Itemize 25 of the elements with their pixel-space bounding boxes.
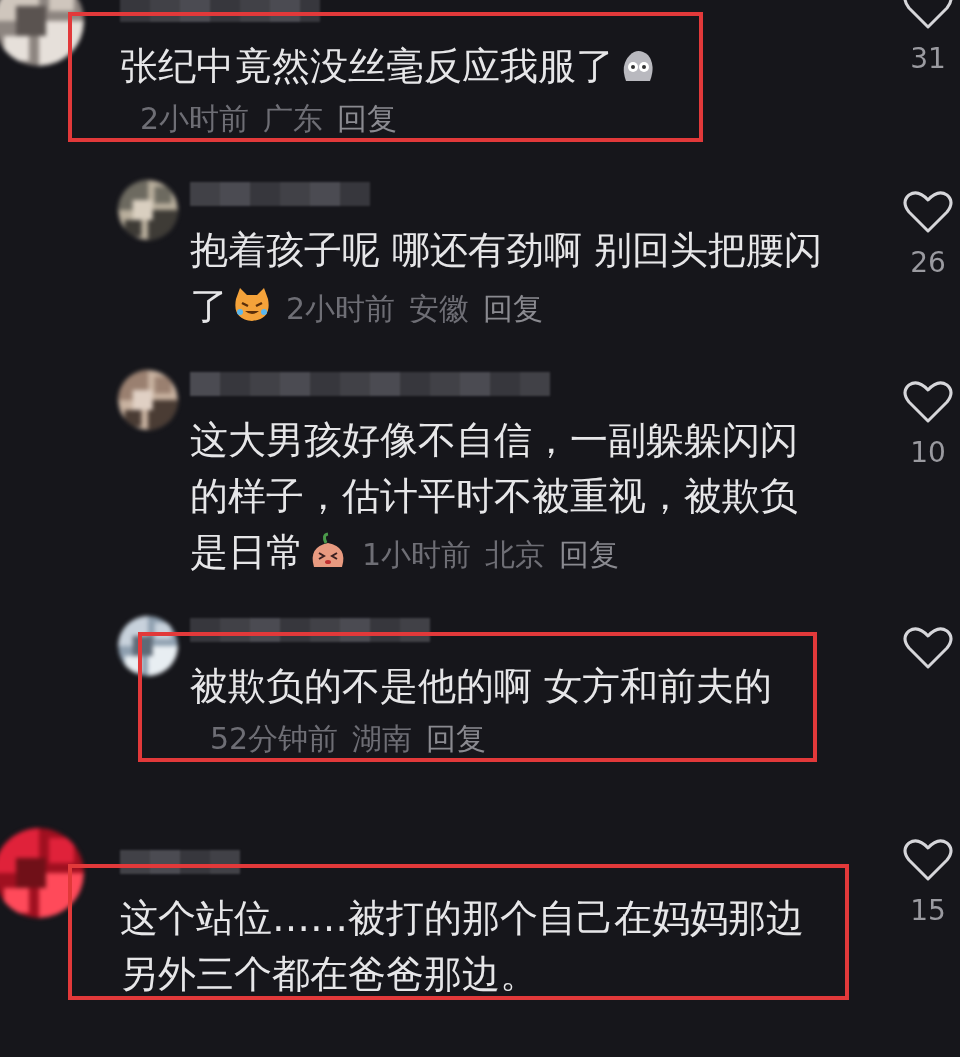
comment-text: 的样子，估计平时不被重视，被欺负: [190, 474, 798, 518]
like-count: 15: [910, 894, 946, 927]
comment-text: 这大男孩好像不自信，一副躲躲闪闪: [190, 418, 798, 462]
comment-text: 抱着孩子呢 哪还有劲啊 别回头把腰闪: [190, 228, 823, 272]
comment-time: 1小时前: [362, 537, 472, 572]
comment-time: 2小时前: [286, 291, 396, 326]
comment-text: 另外三个都在爸爸那边。: [120, 952, 538, 996]
like-count: 26: [910, 246, 946, 279]
reply-link[interactable]: 回复: [559, 537, 620, 572]
comment-location: 广东: [263, 101, 324, 136]
comment-text: 张纪中竟然没丝毫反应我服了: [120, 44, 614, 88]
like-count: 10: [910, 436, 946, 469]
comment-location: 湖南: [352, 721, 413, 756]
comment-text: 了: [190, 284, 228, 328]
reply-link[interactable]: 回复: [426, 721, 487, 756]
reply-link[interactable]: 回复: [337, 101, 398, 136]
like-count: 31: [910, 42, 946, 75]
comment-text: 这个站位……被打的那个自己在妈妈那边: [120, 896, 804, 940]
comment-text: 是日常: [190, 530, 304, 574]
comment-location: 安徽: [409, 291, 470, 326]
comment-time: 52分钟前: [210, 721, 339, 756]
comment-time: 2小时前: [140, 101, 250, 136]
comment-text: 被欺负的不是他的啊 女方和前夫的: [190, 664, 773, 708]
reply-link[interactable]: 回复: [483, 291, 544, 326]
comment-location: 北京: [485, 537, 546, 572]
